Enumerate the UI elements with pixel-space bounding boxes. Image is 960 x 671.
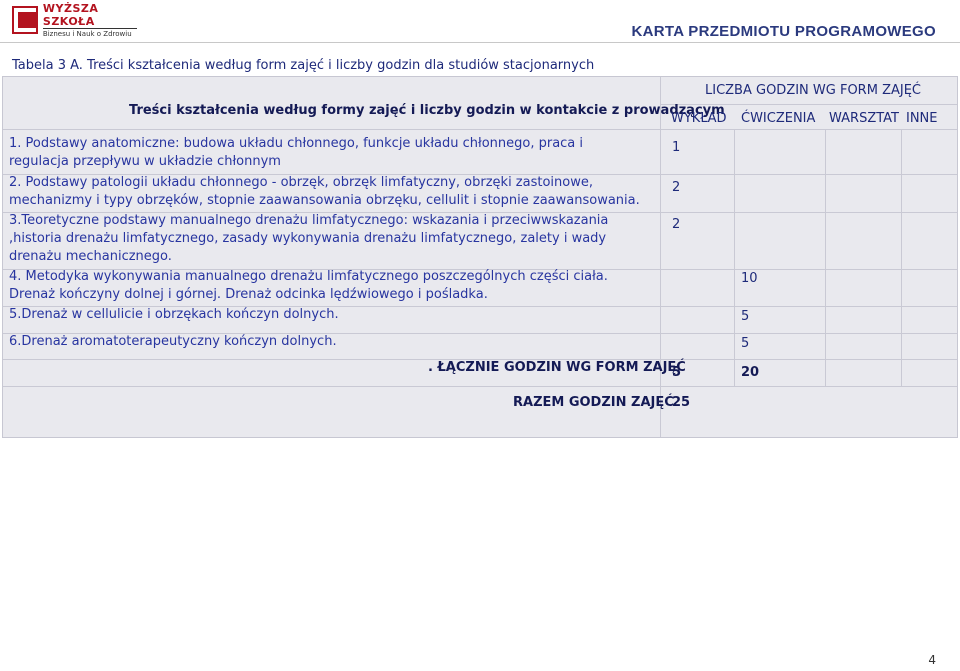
row-1-wyklad-hours: 1 [672, 140, 681, 155]
content-column-header: Treści kształcenia według formy zajęć i … [129, 103, 725, 118]
row-2-content: 2. Podstawy patologii układu chłonnego -… [9, 175, 640, 208]
content-hours-table: Treści kształcenia według formy zajęć i … [2, 76, 958, 438]
row-4-content: 4. Metodyka wykonywania manualnego drena… [9, 269, 608, 302]
school-logo: WYŻSZA SZKOŁA Biznesu i Nauk o Zdrowiu [12, 2, 137, 38]
row-5-cwiczenia-hours: 5 [741, 309, 750, 324]
column-header-cwiczenia: ĆWICZENIA [741, 111, 816, 126]
row-divider [3, 386, 957, 387]
column-header-wyklad: WYKŁAD [671, 111, 727, 126]
row-6-cwiczenia-hours: 5 [741, 336, 750, 351]
column-header-inne: INNE [906, 111, 938, 126]
row-1-content: 1. Podstawy anatomiczne: budowa układu c… [9, 136, 584, 169]
column-divider [660, 77, 661, 437]
column-header-warsztat: WARSZTAT [829, 111, 899, 126]
grand-total-label: RAZEM GODZIN ZAJĘĆ [513, 395, 674, 410]
table-caption: Tabela 3 A. Treści kształcenia według fo… [12, 58, 595, 73]
total-hours-label: . ŁĄCZNIE GODZIN WG FORM ZAJĘĆ [428, 360, 686, 375]
total-wyklad-hours: 5 [672, 365, 682, 380]
row-3-wyklad-hours: 2 [672, 217, 681, 232]
hours-group-header: LICZBA GODZIN WG FORM ZAJĘĆ [705, 83, 921, 98]
row-6-content: 6.Drenaż aromatoterapeutyczny kończyn do… [9, 334, 337, 349]
row-2-wyklad-hours: 2 [672, 180, 681, 195]
row-divider [3, 129, 957, 130]
row-3-content: 3.Teoretyczne podstawy manualnego drenaż… [9, 213, 609, 264]
column-divider [901, 129, 902, 386]
grand-total-hours: 25 [672, 395, 691, 410]
row-5-content: 5.Drenaż w cellulicie i obrzękach kończy… [9, 307, 339, 322]
total-cwiczenia-hours: 20 [741, 365, 760, 380]
school-name-line1: WYŻSZA SZKOŁA [42, 2, 99, 28]
header-divider [0, 42, 960, 43]
school-name: WYŻSZA SZKOŁA Biznesu i Nauk o Zdrowiu [42, 2, 137, 38]
document-title: KARTA PRZEDMIOTU PROGRAMOWEGO [631, 23, 936, 40]
school-crest-icon [12, 6, 38, 34]
row-4-cwiczenia-hours: 10 [741, 271, 758, 286]
page-number: 4 [928, 653, 936, 667]
school-name-line2: Biznesu i Nauk o Zdrowiu [42, 28, 137, 38]
column-divider [825, 129, 826, 386]
column-divider [734, 129, 735, 386]
